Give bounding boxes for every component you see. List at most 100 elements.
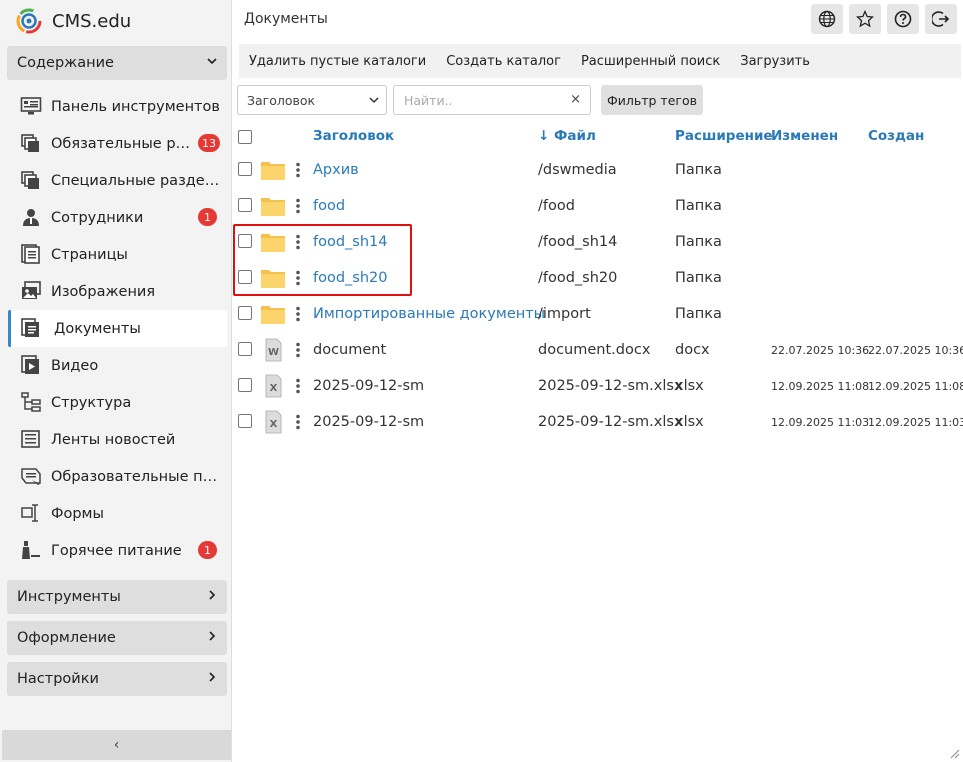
select-all-checkbox[interactable] bbox=[238, 130, 252, 144]
sidebar-collapse-button[interactable]: ‹ bbox=[2, 730, 231, 760]
logo[interactable]: CMS.edu bbox=[16, 6, 131, 36]
documents-icon bbox=[21, 318, 39, 337]
table-row[interactable]: Импортированные документы/import Папка bbox=[233, 296, 963, 332]
section-tools[interactable]: Инструменты bbox=[7, 580, 227, 614]
more-options-icon[interactable] bbox=[295, 378, 301, 394]
sidebar-item-special-sections[interactable]: Специальные разделы bbox=[0, 162, 232, 199]
table-row[interactable]: X 2025-09-12-sm 2025-09-12-sm.xlsx xlsx 12.0… bbox=[233, 368, 963, 404]
sidebar-item-required-sections[interactable]: Обязательные разделы 13 bbox=[0, 125, 232, 162]
logout-icon bbox=[932, 11, 950, 27]
table-row[interactable]: Wdocument document.docx docx 22.07.2025 10:… bbox=[233, 332, 963, 368]
news-icon bbox=[21, 430, 40, 448]
education-icon bbox=[21, 468, 41, 485]
filter-bar: Заголовок × Фильтр тегов bbox=[237, 85, 703, 115]
sidebar-item-forms[interactable]: Формы bbox=[0, 495, 232, 532]
folder-icon bbox=[261, 306, 285, 324]
more-options-icon[interactable] bbox=[295, 198, 301, 214]
row-extension: xlsx bbox=[675, 378, 704, 394]
row-file: document.docx bbox=[538, 342, 651, 358]
chevron-down-icon bbox=[207, 58, 217, 65]
section-content[interactable]: Содержание bbox=[7, 46, 227, 80]
section-design[interactable]: Оформление bbox=[7, 621, 227, 655]
sidebar-item-news-feeds[interactable]: Ленты новостей bbox=[0, 421, 232, 458]
more-options-icon[interactable] bbox=[295, 342, 301, 358]
more-options-icon[interactable] bbox=[295, 306, 301, 322]
page-title: Документы bbox=[244, 11, 328, 27]
sidebar-item-structure[interactable]: Структура bbox=[0, 384, 232, 421]
row-checkbox[interactable] bbox=[238, 306, 252, 320]
help-button[interactable] bbox=[887, 4, 919, 34]
section-settings[interactable]: Настройки bbox=[7, 662, 227, 696]
structure-icon bbox=[21, 392, 41, 412]
sidebar-item-video[interactable]: Видео bbox=[0, 347, 232, 384]
row-file: 2025-09-12-sm.xlsx bbox=[538, 414, 683, 430]
row-checkbox[interactable] bbox=[238, 378, 252, 392]
row-extension: Папка bbox=[675, 234, 722, 250]
layers-icon bbox=[21, 171, 39, 189]
delete-empty-folders-button[interactable]: Удалить пустые каталоги bbox=[239, 54, 436, 69]
pages-icon bbox=[21, 244, 40, 264]
clear-search-icon[interactable]: × bbox=[570, 92, 581, 107]
sidebar-item-pages[interactable]: Страницы bbox=[0, 236, 232, 273]
advanced-search-button[interactable]: Расширенный поиск bbox=[571, 54, 730, 69]
top-actions bbox=[811, 4, 957, 34]
help-icon bbox=[894, 10, 912, 28]
header-created[interactable]: Создан bbox=[868, 120, 924, 152]
row-checkbox[interactable] bbox=[238, 342, 252, 356]
more-options-icon[interactable] bbox=[295, 414, 301, 430]
excel-file-icon: X bbox=[265, 410, 282, 434]
row-checkbox[interactable] bbox=[238, 414, 252, 428]
row-modified: 22.07.2025 10:36 bbox=[771, 343, 870, 357]
table-row[interactable]: food/food Папка bbox=[233, 188, 963, 224]
logout-button[interactable] bbox=[925, 4, 957, 34]
tag-filter-button[interactable]: Фильтр тегов bbox=[601, 85, 703, 115]
badge-hot-meals: 1 bbox=[198, 541, 217, 559]
folder-icon bbox=[261, 198, 285, 216]
create-folder-button[interactable]: Создать каталог bbox=[436, 54, 571, 69]
search-box: × bbox=[393, 85, 591, 115]
resize-handle-icon[interactable] bbox=[948, 747, 960, 759]
sidebar-item-dashboard[interactable]: Панель инструментов bbox=[0, 88, 232, 125]
toolbar: Удалить пустые каталоги Создать каталог … bbox=[239, 44, 961, 78]
row-file: /food_sh20 bbox=[538, 270, 618, 286]
header-file[interactable]: ↓ Файл bbox=[538, 120, 596, 152]
favorites-button[interactable] bbox=[849, 4, 881, 34]
row-title[interactable]: food bbox=[313, 188, 345, 224]
layers-icon bbox=[21, 134, 39, 152]
header-title[interactable]: Заголовок bbox=[313, 120, 394, 152]
search-field-select[interactable]: Заголовок bbox=[237, 85, 387, 115]
sidebar-item-images[interactable]: Изображения bbox=[0, 273, 232, 310]
sidebar-item-education-programs[interactable]: Образовательные программы bbox=[0, 458, 232, 495]
language-button[interactable] bbox=[811, 4, 843, 34]
upload-button[interactable]: Загрузить bbox=[730, 54, 820, 69]
row-file: /food bbox=[538, 198, 575, 214]
table-row[interactable]: Архив/dswmedia Папка bbox=[233, 152, 963, 188]
search-input[interactable] bbox=[394, 86, 564, 114]
svg-text:W: W bbox=[268, 347, 279, 358]
table-row[interactable]: X 2025-09-12-sm 2025-09-12-sm.xlsx xlsx 12.0… bbox=[233, 404, 963, 440]
row-file: /dswmedia bbox=[538, 162, 617, 178]
highlight-box bbox=[233, 224, 412, 296]
row-checkbox[interactable] bbox=[238, 162, 252, 176]
row-title[interactable]: Архив bbox=[313, 152, 359, 188]
badge-required-sections: 13 bbox=[198, 134, 220, 152]
header-modified[interactable]: Изменен bbox=[771, 120, 838, 152]
row-extension: Папка bbox=[675, 162, 722, 178]
sidebar-item-documents[interactable]: Документы bbox=[8, 310, 227, 347]
main-panel: Документы Удалить пустые каталоги Создат… bbox=[233, 0, 963, 762]
forms-icon bbox=[21, 504, 38, 522]
row-created: 12.09.2025 11:03 bbox=[868, 415, 963, 429]
star-icon bbox=[856, 10, 874, 28]
badge-staff: 1 bbox=[198, 208, 217, 226]
user-icon bbox=[23, 209, 39, 226]
header-extension[interactable]: Расширение bbox=[675, 120, 773, 152]
row-checkbox[interactable] bbox=[238, 198, 252, 212]
sidebar-item-staff[interactable]: Сотрудники 1 bbox=[0, 199, 232, 236]
sidebar-item-hot-meals[interactable]: Горячее питание 1 bbox=[0, 532, 232, 569]
chevron-right-icon bbox=[209, 590, 216, 600]
dashboard-icon bbox=[20, 97, 42, 115]
row-file: 2025-09-12-sm.xlsx bbox=[538, 378, 683, 394]
row-title[interactable]: Импортированные документы bbox=[313, 296, 545, 332]
more-options-icon[interactable] bbox=[295, 162, 301, 178]
row-title: 2025-09-12-sm bbox=[313, 414, 425, 430]
